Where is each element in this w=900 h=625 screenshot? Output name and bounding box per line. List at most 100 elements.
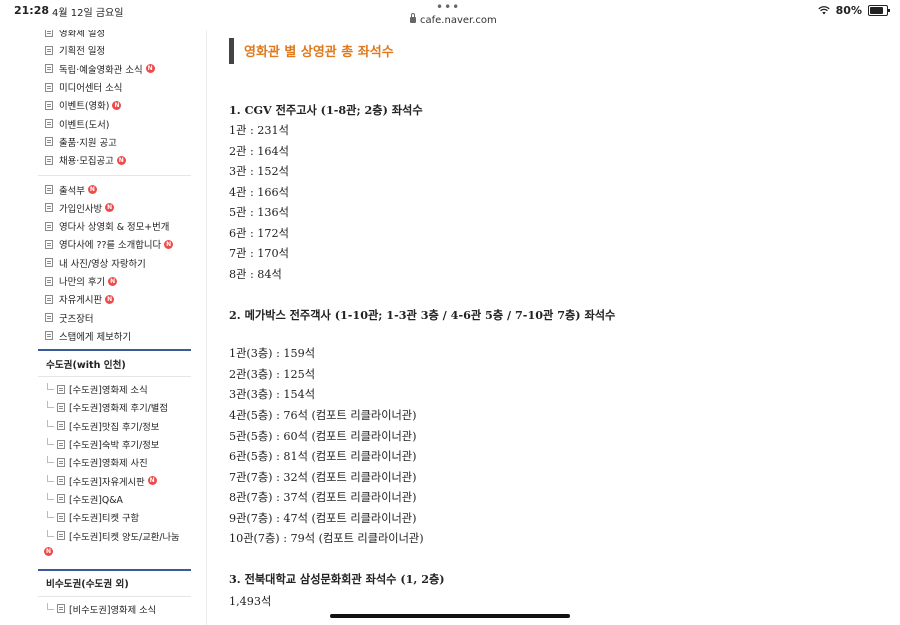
new-badge: N <box>105 203 115 213</box>
document-icon <box>45 137 53 147</box>
sidebar-item-label: [수도권]티켓 구함 <box>69 513 140 525</box>
url-text: cafe.naver.com <box>420 15 497 26</box>
document-icon <box>57 457 65 467</box>
battery-icon <box>868 5 890 16</box>
sidebar-item-label: 이벤트(도서) <box>59 119 110 131</box>
sidebar-section-capital: [수도권]영화제 소식 [수도권]영화제 후기/별점 [수도권]맛집 후기/정보 [수… <box>38 380 191 545</box>
sidebar-item-label: [수도권]티켓 양도/교환/나눔 <box>69 531 180 543</box>
document-icon <box>45 203 53 213</box>
status-bar: 21:28 4월 12일 금요일 ••• cafe.naver.com 80% <box>0 0 900 30</box>
sidebar-item-label: [비수도권]영화제 소식 <box>69 604 157 616</box>
sidebar-item[interactable]: 영화제 일정 <box>38 30 191 41</box>
document-icon <box>57 604 65 614</box>
sidebar-item[interactable]: 내 사진/영상 자랑하기 <box>38 254 191 272</box>
sidebar-section-non-capital: [비수도권]영화제 소식 <box>38 600 191 618</box>
section-title: 1. CGV 전주고사 (1-8관; 2층) 좌석수 <box>229 103 423 117</box>
seat-count-line: 9관(7층) : 47석 (컴포트 리클라이너관) <box>229 512 417 525</box>
sidebar-item[interactable]: 이벤트(도서) <box>38 114 191 132</box>
sidebar-item[interactable]: 자유게시판 N <box>38 290 191 308</box>
new-badge: N <box>108 276 118 286</box>
document-icon <box>57 512 65 522</box>
seat-count-line: 7관(7층) : 32석 (컴포트 리클라이너관) <box>229 471 417 484</box>
battery-percent: 80% <box>835 4 862 17</box>
sidebar-item[interactable]: 영다사에 ??를 소개합니다 N <box>38 235 191 253</box>
sidebar-item[interactable]: 영다사 상영회 & 정모+번개 <box>38 217 191 235</box>
sidebar-item[interactable]: [수도권]티켓 양도/교환/나눔 <box>38 526 191 544</box>
document-icon <box>57 494 65 504</box>
sidebar-item[interactable]: [비수도권]영화제 소식 <box>38 600 191 618</box>
seat-count-line: 1관 : 231석 <box>229 124 289 137</box>
sidebar-item[interactable]: 이벤트(영화) N <box>38 96 191 114</box>
sidebar-item-label: [수도권]영화제 사진 <box>69 458 148 470</box>
document-icon <box>45 45 53 55</box>
tree-branch-icon <box>47 456 54 464</box>
section-header-capital[interactable]: 수도권(with 인천) <box>38 349 191 378</box>
document-icon <box>45 331 53 341</box>
sidebar-item-label: 미디어센터 소식 <box>59 83 123 95</box>
tree-branch-icon <box>47 529 54 537</box>
sidebar-item-label: 출품·지원 공고 <box>59 137 117 149</box>
section-header-non-capital[interactable]: 비수도권(수도권 외) <box>38 568 191 597</box>
seat-count-line: 1관(3층) : 159석 <box>229 347 316 360</box>
document-icon <box>45 100 53 110</box>
seat-count-line: 8관(7층) : 37석 (컴포트 리클라이너관) <box>229 491 417 504</box>
seat-count-line: 6관 : 172석 <box>229 227 289 240</box>
address-bar[interactable]: cafe.naver.com <box>410 13 497 26</box>
sidebar-item[interactable]: [수도권]맛집 후기/정보 <box>38 417 191 435</box>
document-icon <box>45 221 53 231</box>
seat-count-line: 7관 : 170석 <box>229 247 289 260</box>
sidebar-item[interactable]: 굿즈장터 <box>38 308 191 326</box>
tree-branch-icon <box>47 383 54 391</box>
more-dots-icon[interactable]: ••• <box>436 0 460 14</box>
document-icon <box>57 421 65 431</box>
sidebar-item-label: 영화제 일정 <box>59 30 106 40</box>
seat-count-line: 8관 : 84석 <box>229 268 282 281</box>
document-icon <box>45 313 53 323</box>
sidebar-item[interactable]: 독립·예술영화관 소식 N <box>38 60 191 78</box>
document-icon <box>45 155 53 165</box>
section-title: 2. 메가박스 전주객사 (1-10관; 1-3관 3층 / 4-6관 5층 /… <box>229 308 616 322</box>
document-icon <box>45 119 53 129</box>
seat-count-line: 3관(3층) : 154석 <box>229 388 316 401</box>
sidebar-item-label: 굿즈장터 <box>59 313 94 325</box>
sidebar-item-label: 이벤트(영화) <box>59 101 110 113</box>
sidebar-item[interactable]: 출품·지원 공고 <box>38 133 191 151</box>
sidebar-item-label: 영다사에 ??를 소개합니다 <box>59 240 162 252</box>
sidebar-item[interactable]: [수도권]티켓 구함 <box>38 508 191 526</box>
sidebar-item[interactable]: 미디어센터 소식 <box>38 78 191 96</box>
heading-accent-bar <box>229 38 234 64</box>
sidebar-item[interactable]: 기획전 일정 <box>38 41 191 59</box>
sidebar-item[interactable]: [수도권]숙박 후기/정보 <box>38 435 191 453</box>
document-icon <box>57 531 65 541</box>
seat-count-line: 5관(5층) : 60석 (컴포트 리클라이너관) <box>229 430 417 443</box>
sidebar-item[interactable]: 출석부 N <box>38 180 191 198</box>
sidebar-item[interactable]: [수도권]Q&A <box>38 490 191 508</box>
document-icon <box>45 185 53 195</box>
new-badge: N <box>112 100 122 110</box>
sidebar-item[interactable]: [수도권]영화제 소식 <box>38 380 191 398</box>
sidebar-item[interactable]: [수도권]영화제 사진 <box>38 453 191 471</box>
overflow-badge-row: N <box>38 545 191 559</box>
sidebar-item[interactable]: [수도권]영화제 후기/별점 <box>38 398 191 416</box>
seat-count-line: 4관(5층) : 76석 (컴포트 리클라이너관) <box>229 409 417 422</box>
sidebar-item[interactable]: 스탭에게 제보하기 <box>38 327 191 345</box>
sidebar-item-label: 내 사진/영상 자랑하기 <box>59 258 146 270</box>
seat-count-line: 2관 : 164석 <box>229 145 289 158</box>
document-icon <box>45 239 53 249</box>
article-content: 영화관 별 상영관 총 좌석수 1. CGV 전주고사 (1-8관; 2층) 좌… <box>229 30 889 625</box>
status-time: 21:28 <box>14 4 50 17</box>
document-icon <box>45 82 53 92</box>
new-badge: N <box>164 239 174 249</box>
sidebar-item[interactable]: 가입인사방 N <box>38 199 191 217</box>
seat-count-line: 2관(3층) : 125석 <box>229 368 316 381</box>
sidebar-item[interactable]: 채용·모집공고 N <box>38 151 191 169</box>
seat-count-line: 4관 : 166석 <box>229 186 289 199</box>
home-indicator[interactable] <box>330 614 570 618</box>
seat-count-line: 3관 : 152석 <box>229 165 289 178</box>
sidebar-item[interactable]: [수도권]자유게시판 N <box>38 472 191 490</box>
sidebar-item[interactable]: 나만의 후기 N <box>38 272 191 290</box>
seat-count-line: 6관(5층) : 81석 (컴포트 리클라이너관) <box>229 450 417 463</box>
new-badge: N <box>147 476 157 486</box>
seat-count-line: 1,493석 <box>229 595 272 608</box>
sidebar-item-label: [수도권]맛집 후기/정보 <box>69 421 160 433</box>
